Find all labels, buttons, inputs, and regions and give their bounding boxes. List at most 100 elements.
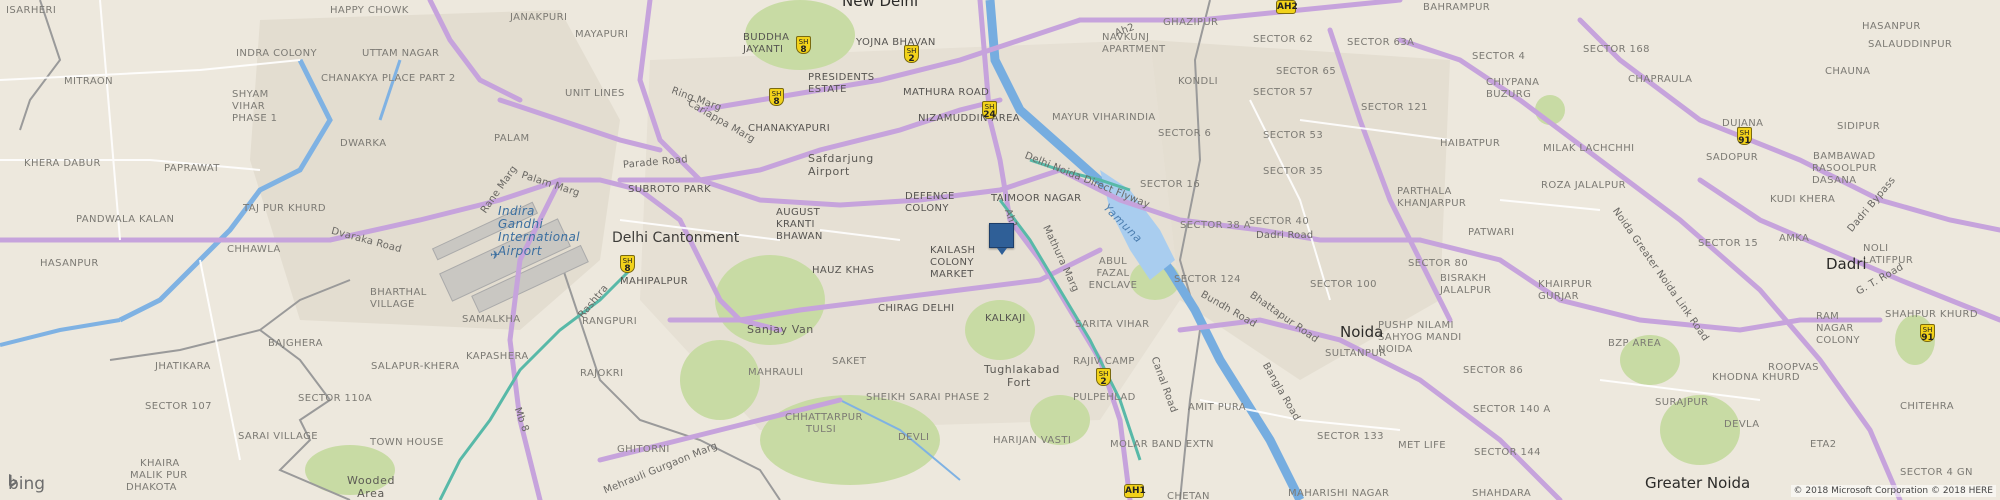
- map-label: KHODNA KHURD: [1712, 372, 1800, 383]
- map-label: BAHRAMPUR: [1423, 2, 1491, 13]
- map-label-park: Safdarjung Airport: [808, 152, 874, 178]
- map-label: MILAK LACHCHHI: [1543, 143, 1635, 154]
- map-label: RAJIV CAMP: [1073, 356, 1135, 367]
- map-label: KUDI KHERA: [1770, 194, 1836, 205]
- map-label: SAMALKHA: [462, 314, 521, 325]
- map-label: SECTOR 53: [1263, 130, 1324, 141]
- map-label: NIZAMUDDIN AREA: [918, 113, 1021, 124]
- map-label: SARAI VILLAGE: [238, 431, 318, 442]
- map-label: CHAUNA: [1825, 66, 1871, 77]
- map-label: MAHIPALPUR: [620, 276, 689, 287]
- map-label: RAJOKRI: [580, 368, 624, 379]
- highway-shield: AH2: [1276, 0, 1298, 14]
- map-label-park: Tughlakabad Fort: [984, 363, 1060, 389]
- city-label: New Delhi: [842, 0, 919, 10]
- map-label: CHETAN: [1167, 491, 1210, 500]
- map-label: SECTOR 140 A: [1473, 404, 1551, 415]
- map-label: PULPEHLAD: [1073, 392, 1136, 403]
- map-label: CHIRAG DELHI: [878, 303, 955, 314]
- map-label: PALAM: [494, 133, 530, 144]
- map-label: SECTOR 4: [1472, 51, 1526, 62]
- map-label: DEVLI: [898, 432, 930, 443]
- highway-shield: SH 8: [796, 36, 811, 55]
- map-label: KONDLI: [1178, 76, 1218, 87]
- map-label: HAUZ KHAS: [812, 265, 875, 276]
- map-label: SECTOR 121: [1361, 102, 1428, 113]
- map-label: SALAPUR-KHERA: [371, 361, 460, 372]
- map-label: MATHURA ROAD: [903, 87, 990, 98]
- map-label: MET LIFE: [1398, 440, 1447, 451]
- map-label: SAKET: [832, 356, 867, 367]
- map-label: SHYAM VIHAR PHASE 1: [232, 89, 278, 124]
- bing-logo: bing: [8, 474, 45, 494]
- map-label: CHANAKYA PLACE PART 2: [321, 73, 456, 84]
- map-label: PRESIDENTS ESTATE: [808, 72, 875, 95]
- map-label: SARITA VIHAR: [1075, 319, 1150, 330]
- highway-shield: AH1: [1124, 484, 1146, 498]
- map-label: SECTOR 107: [145, 401, 212, 412]
- map-label: GHITORNI: [617, 444, 670, 455]
- map-label: AMIT PURA: [1188, 402, 1247, 413]
- map-label: SHEIKH SARAI PHASE 2: [866, 392, 990, 403]
- map-label: BAJGHERA: [268, 338, 323, 349]
- map-label: JANAKPURI: [510, 12, 568, 23]
- map-label: MITRAON: [64, 76, 114, 87]
- map-label: PUSHP NILAMI SAHYOG MANDI NOIDA: [1378, 320, 1462, 355]
- map-label: KALKAJI: [985, 313, 1026, 324]
- map-label: MAYAPURI: [575, 29, 629, 40]
- location-pin-icon[interactable]: [989, 223, 1014, 255]
- map-label: CHAPRAULA: [1628, 74, 1693, 85]
- map-label: SECTOR 35: [1263, 166, 1324, 177]
- map-label: CHHAWLA: [227, 244, 281, 255]
- map-label: SECTOR 4 GN: [1900, 467, 1973, 478]
- map-label: KAPASHERA: [466, 351, 529, 362]
- map-label: SULTANPUR: [1325, 348, 1387, 359]
- map-label: ABUL FAZAL ENCLAVE: [1088, 256, 1138, 291]
- map-label: SECTOR 40: [1249, 216, 1310, 227]
- map-label: DWARKA: [340, 138, 387, 149]
- map-label: SECTOR 57: [1253, 87, 1314, 98]
- map-label-park: Sanjay Van: [747, 323, 814, 336]
- airport-label: Indira Gandhi International Airport: [498, 204, 580, 258]
- highway-shield: SH 91: [1920, 324, 1935, 343]
- airport-icon: ✈: [490, 248, 501, 262]
- map-label: SECTOR 133: [1317, 431, 1384, 442]
- map-label: SECTOR 65: [1276, 66, 1337, 77]
- map-label: CHHATTARPUR TULSI: [785, 412, 863, 435]
- map-label: HASANPUR: [40, 258, 99, 269]
- map-label-park: Wooded Area: [347, 474, 396, 500]
- map-view[interactable]: ISARHERI HAPPY CHOWK JANAKPURI INDRA COL…: [0, 0, 2000, 500]
- map-label: SADOPUR: [1706, 152, 1759, 163]
- highway-shield: SH 8: [769, 88, 784, 107]
- map-label: CHANAKYAPURI: [748, 123, 831, 134]
- map-label: DEVLA: [1724, 419, 1760, 430]
- map-label: TAIMOOR NAGAR: [991, 193, 1082, 204]
- map-label: INDRA COLONY: [236, 48, 318, 59]
- map-label: PANDWALA KALAN: [76, 214, 175, 225]
- map-label: AUGUST KRANTI BHAWAN: [776, 207, 823, 242]
- map-label: ETA2: [1810, 439, 1837, 450]
- bing-mark-icon: [9, 474, 17, 487]
- copyright-notice: © 2018 Microsoft Corporation © 2018 HERE: [1790, 485, 1996, 497]
- map-label: ISARHERI: [6, 5, 57, 16]
- map-label: KHERA DABUR: [24, 158, 101, 169]
- map-label: SIDIPUR: [1837, 121, 1881, 132]
- map-label: SURAJPUR: [1655, 397, 1709, 408]
- map-label: SECTOR 80: [1408, 258, 1469, 269]
- map-label: SECTOR 100: [1310, 279, 1377, 290]
- map-label: SECTOR 62: [1253, 34, 1314, 45]
- map-label: MAYUR VIHARINDIA: [1052, 112, 1156, 123]
- city-label: Greater Noida: [1645, 474, 1751, 492]
- map-label: DHAKOTA: [126, 482, 177, 493]
- map-label: MAHRAULI: [748, 367, 804, 378]
- map-label: SECTOR 168: [1583, 44, 1650, 55]
- map-label: CHITEHRA: [1900, 401, 1954, 412]
- road-label: Dadri Road: [1256, 230, 1314, 241]
- map-label: SHAHDARA: [1472, 488, 1532, 499]
- map-label: SECTOR 38 A: [1180, 220, 1251, 231]
- map-label: HASANPUR: [1862, 21, 1921, 32]
- map-label: SECTOR 63A: [1347, 37, 1415, 48]
- city-label: Delhi Cantonment: [612, 230, 740, 246]
- map-label: TOWN HOUSE: [370, 437, 444, 448]
- map-label: UNIT LINES: [565, 88, 625, 99]
